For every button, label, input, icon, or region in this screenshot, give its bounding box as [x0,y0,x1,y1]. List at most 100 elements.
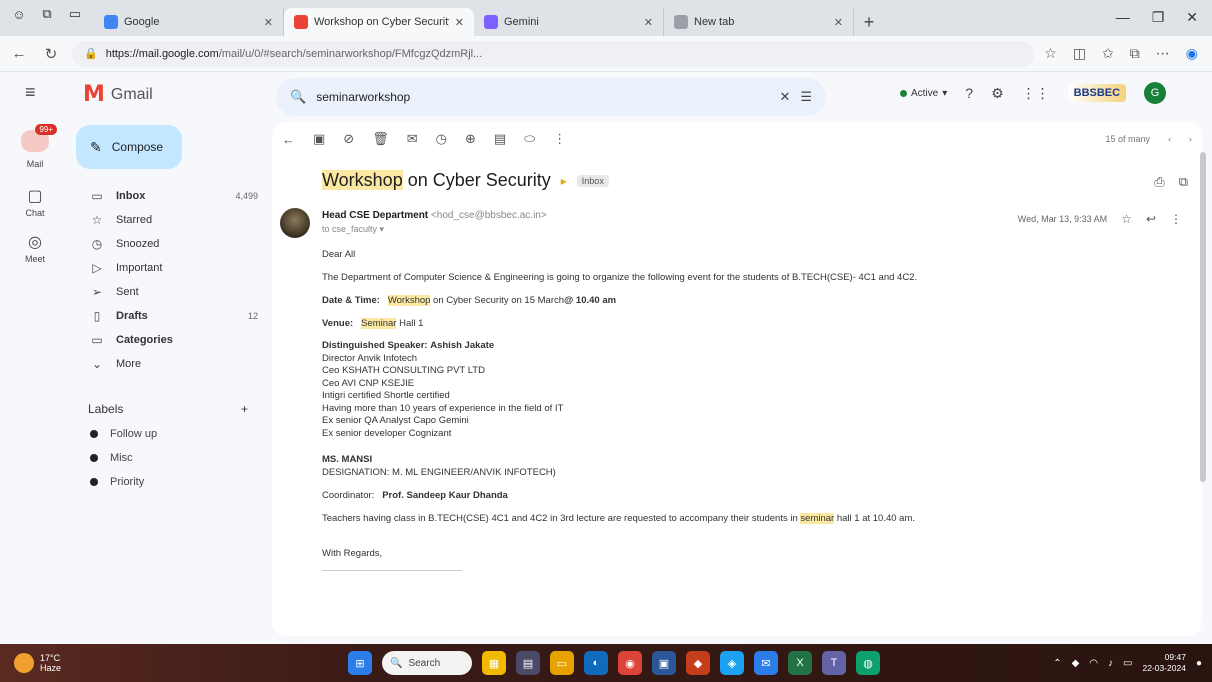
archive-icon[interactable]: ▣ [313,131,325,147]
inbox-tag[interactable]: Inbox [576,174,609,187]
label-follow-up[interactable]: Follow up [70,422,270,446]
search-options-icon[interactable]: ☰ [800,89,812,105]
wifi-icon[interactable]: ◠ [1089,658,1098,669]
mail-app-icon[interactable]: ✉ [754,651,778,675]
more-vert-icon[interactable]: ⋮ [1170,212,1182,226]
mark-unread-icon[interactable]: ✉ [407,131,418,147]
tab-google[interactable]: Google ✕ [94,8,284,36]
new-tab-button[interactable]: + [854,8,884,36]
task-view-icon[interactable]: ▤ [516,651,540,675]
notification-icon[interactable]: ● [1196,658,1202,669]
avatar[interactable]: G [1144,82,1167,104]
bookmark-star-icon[interactable]: ☆ [1044,45,1057,62]
nav-drafts[interactable]: ▯ Drafts 12 [70,304,270,328]
taskbar-search[interactable]: 🔍 Search [382,651,472,675]
status-selector[interactable]: Active ▾ [900,88,947,99]
clear-search-icon[interactable]: ✕ [779,89,790,105]
start-windows-icon[interactable]: ⊞ [348,651,372,675]
snooze-icon[interactable]: ◷ [436,131,447,147]
tab-new-tab[interactable]: New tab ✕ [664,8,854,36]
report-spam-icon[interactable]: ⊘ [343,131,354,147]
close-icon[interactable]: ✕ [834,16,843,29]
tray-chevron-icon[interactable]: ⌃ [1053,658,1061,669]
chrome-icon[interactable]: ◉ [618,651,642,675]
important-marker-icon[interactable]: ▸ [561,174,567,188]
nav-important[interactable]: ▷ Important [70,256,270,280]
delete-icon[interactable]: 🗑 [372,131,389,147]
nav-categories[interactable]: ▭ Categories [70,328,270,352]
tab-gemini[interactable]: Gemini ✕ [474,8,664,36]
battery-icon[interactable]: ▭ [1123,658,1132,669]
copilot-app-icon[interactable]: ◈ [720,651,744,675]
close-icon[interactable]: ✕ [264,16,273,29]
star-icon[interactable]: ☆ [1121,212,1132,226]
rail-meet[interactable]: ◎ Meet [0,232,70,264]
maximize-icon[interactable]: ❐ [1152,9,1165,26]
speaker-block: Distinguished Speaker: Ashish Jakate Dir… [322,340,564,439]
reply-icon[interactable]: ↩ [1146,212,1156,226]
minimize-icon[interactable]: — [1116,9,1130,26]
window-close-icon[interactable]: ✕ [1186,9,1198,26]
label-tag-icon [90,454,98,462]
menu-icon[interactable]: ≡ [25,82,36,103]
scrollbar[interactable] [1200,152,1206,482]
weather-widget[interactable]: 17°C Haze [0,653,61,673]
teams-icon[interactable]: T [822,651,846,675]
tab-workshop[interactable]: Workshop on Cyber Security – ... ✕ [284,8,474,36]
back-icon[interactable]: ← [8,45,30,62]
folder-nav: ▭ Inbox 4,499 ☆ Starred ◷ Snoozed ▷ Important… [70,184,270,376]
url-field[interactable]: 🔒 https://mail.google.com/mail/u/0/#sear… [72,40,1035,67]
search-input[interactable] [316,90,770,104]
help-icon[interactable]: ? [965,85,973,101]
workspaces-icon[interactable]: ⧉ [36,4,58,24]
nav-snoozed[interactable]: ◷ Snoozed [70,232,270,256]
add-task-icon[interactable]: ⊕ [465,131,476,147]
tray-app-icon[interactable]: ◆ [1072,658,1080,669]
message-meta: Wed, Mar 13, 9:33 AM ☆ ↩ ⋮ [1017,212,1182,226]
google-favicon-icon [104,15,118,29]
volume-icon[interactable]: ♪ [1108,658,1113,669]
settings-gear-icon[interactable]: ⚙ [991,85,1004,102]
label-misc[interactable]: Misc [70,446,270,470]
back-arrow-icon[interactable]: ← [282,132,295,147]
search-icon[interactable]: 🔍 [290,89,306,105]
label-icon[interactable]: ⬭ [524,131,535,147]
taskbar-clock[interactable]: 09:47 22-03-2024 [1142,652,1185,674]
compose-button[interactable]: ✎ Compose [76,125,182,169]
nav-sent[interactable]: ➢ Sent [70,280,270,304]
more-menu-icon[interactable]: ⋯ [1156,45,1170,62]
copilot-icon[interactable]: ◉ [1186,45,1198,62]
close-icon[interactable]: ✕ [644,16,653,29]
more-vert-icon[interactable]: ⋮ [553,131,566,147]
next-icon[interactable]: › [1189,134,1192,144]
refresh-icon[interactable]: ↻ [40,45,62,63]
move-to-icon[interactable]: ▤ [494,131,506,147]
nav-more[interactable]: ⌄ More [70,352,270,376]
rail-mail[interactable]: 99+ Mail [0,124,70,169]
tab-actions-icon[interactable]: ▭ [64,4,86,24]
gemini-favicon-icon [484,15,498,29]
close-icon[interactable]: ✕ [455,16,464,29]
app-icon[interactable]: ◍ [856,651,880,675]
add-label-icon[interactable]: + [241,402,248,416]
store-icon[interactable]: ▣ [652,651,676,675]
apps-grid-icon[interactable]: ⋮⋮ [1022,85,1050,102]
split-screen-icon[interactable]: ◫ [1073,45,1086,62]
profile-icon[interactable]: ☺ [8,4,30,24]
extensions-icon[interactable]: ⧉ [1130,45,1140,62]
nav-starred[interactable]: ☆ Starred [70,208,270,232]
label-priority[interactable]: Priority [70,470,270,494]
widgets-icon[interactable]: ▦ [482,651,506,675]
office-icon[interactable]: ◆ [686,651,710,675]
excel-icon[interactable]: X [788,651,812,675]
gmail-logo[interactable]: M Gmail [83,82,153,107]
send-icon: ➢ [91,285,103,299]
rail-chat[interactable]: ▢ Chat [0,186,70,218]
favorites-icon[interactable]: ✩ [1102,45,1114,62]
prev-icon[interactable]: ‹ [1168,134,1171,144]
edge-icon[interactable]: ◐ [584,651,608,675]
open-new-window-icon[interactable]: ⧉ [1179,174,1188,190]
print-icon[interactable]: ⎙ [1154,174,1164,190]
file-explorer-icon[interactable]: ▭ [550,651,574,675]
nav-inbox[interactable]: ▭ Inbox 4,499 [70,184,270,208]
